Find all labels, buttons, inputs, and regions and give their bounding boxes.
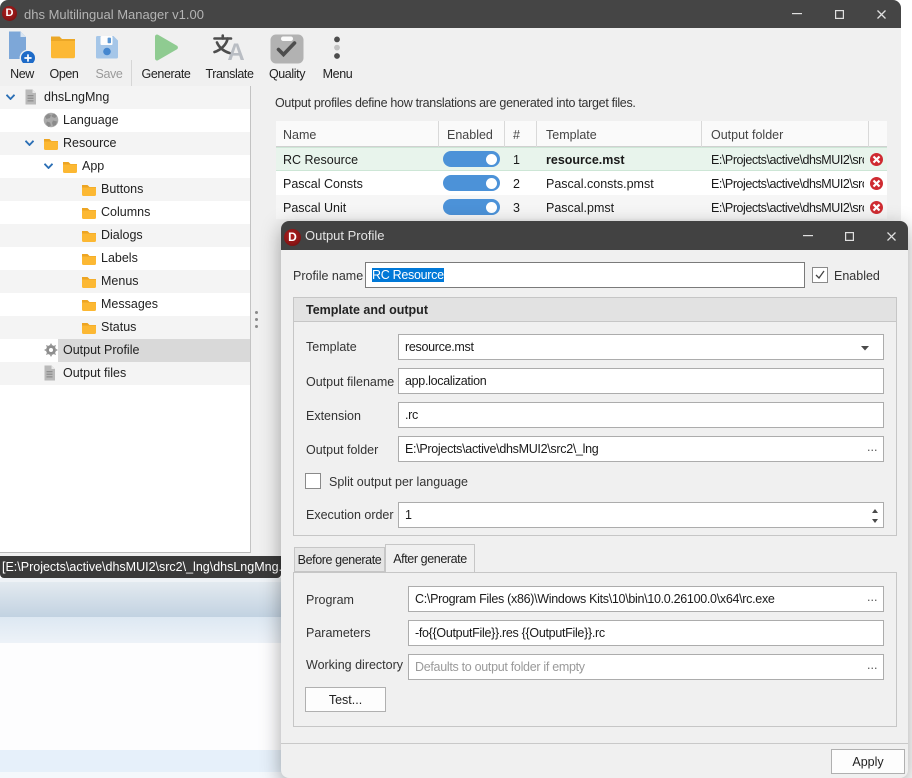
svg-text:A: A — [227, 39, 244, 62]
